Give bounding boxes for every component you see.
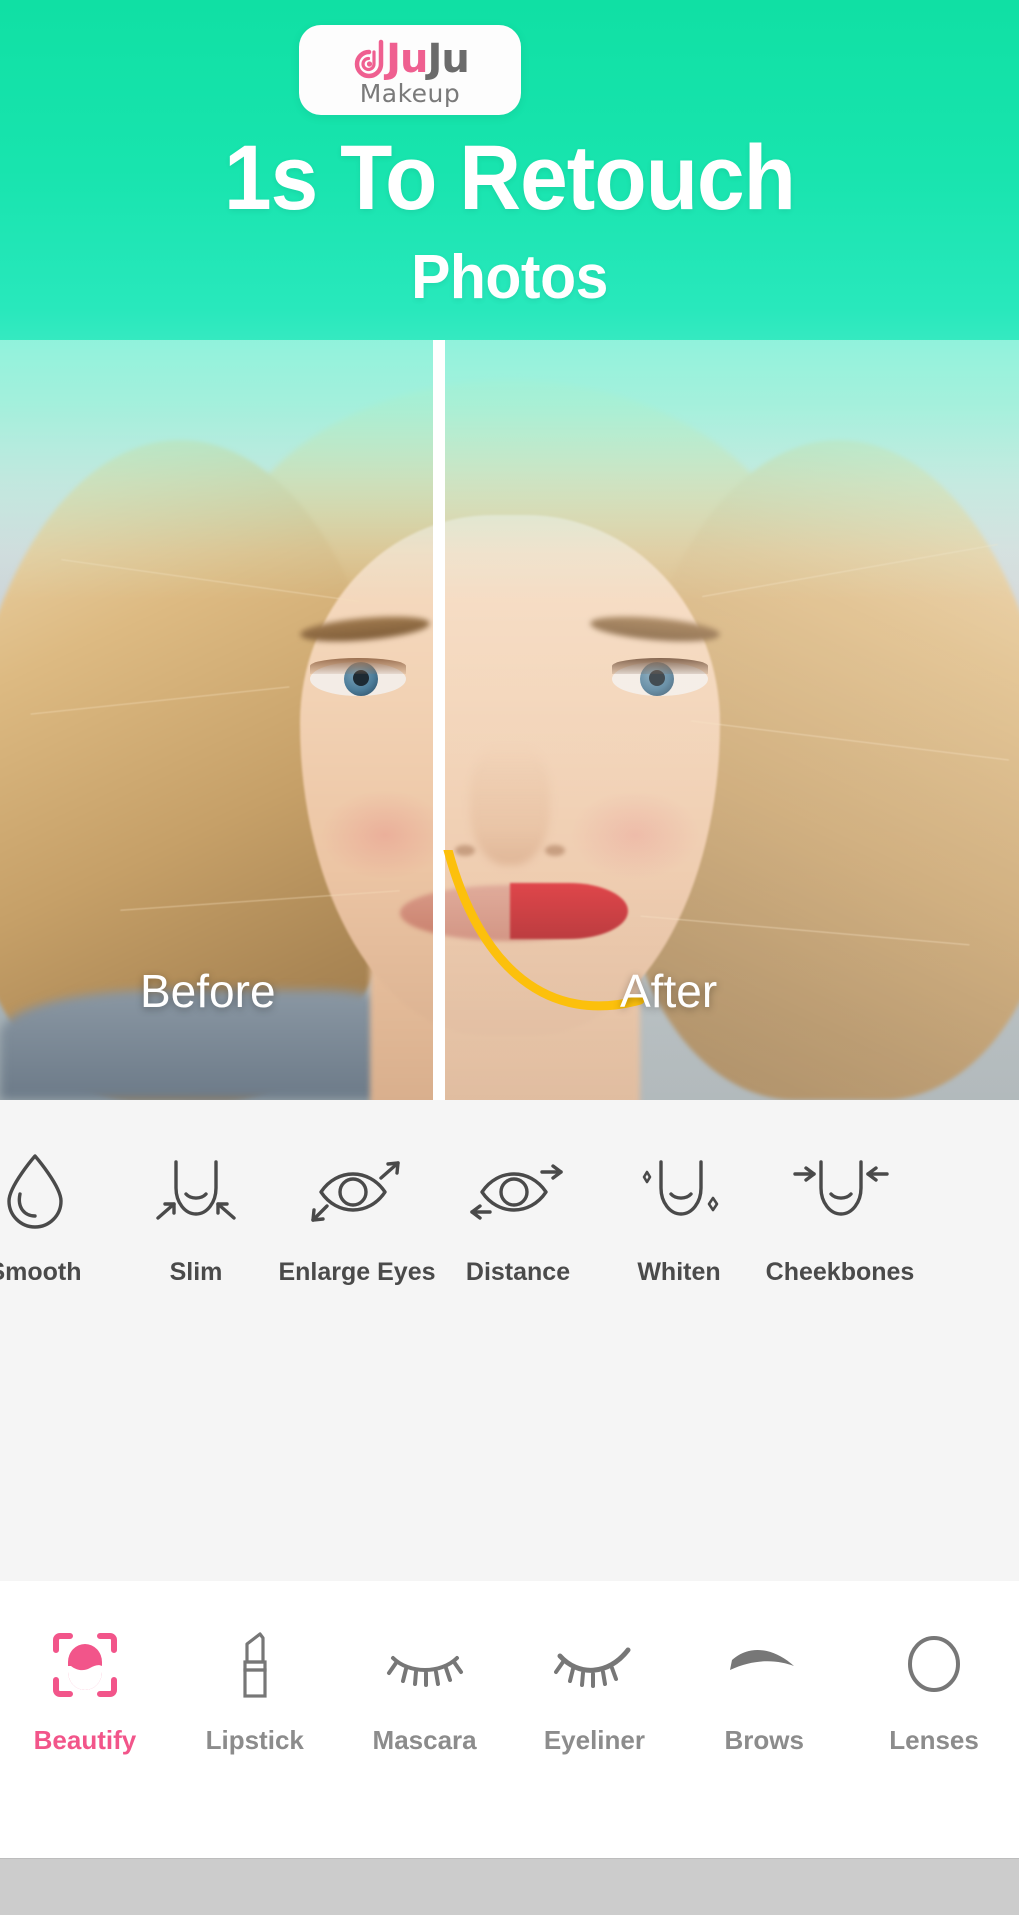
nav-item-lipstick[interactable]: Lipstick <box>170 1617 340 1756</box>
retouch-tool-smooth[interactable]: Smooth <box>0 1134 110 1287</box>
retouch-tool-label: Slim <box>169 1258 223 1286</box>
model-cheek-left <box>320 790 450 880</box>
nav-item-label: Mascara <box>372 1725 477 1755</box>
bottom-navigation-bar: Beautify Lipstick Mascara Eyeliner Brows… <box>0 1581 1019 1858</box>
nav-item-beautify[interactable]: Beautify <box>0 1617 170 1756</box>
eyeliner-icon <box>546 1617 642 1713</box>
logo-subtitle: Makeup <box>359 79 461 108</box>
nav-item-label: Brows <box>724 1725 804 1755</box>
retouch-tool-enlarge-eyes[interactable]: Enlarge Eyes <box>278 1134 436 1287</box>
eye-distance-arrows-icon <box>463 1134 573 1244</box>
retouch-tool-label: Enlarge Eyes <box>278 1258 436 1286</box>
face-slim-arrows-icon <box>141 1134 251 1244</box>
retouch-tools-panel: Smooth Slim <box>0 1100 1019 1581</box>
before-after-photo[interactable]: Before After <box>0 340 1019 1100</box>
nav-item-label: Beautify <box>33 1725 137 1755</box>
app-screen: Before After 1s To Retouch Photos Ju Ju … <box>0 0 1019 1915</box>
cheekbones-arrows-icon <box>785 1134 895 1244</box>
photo-top-green-blend <box>0 340 1019 600</box>
nav-item-label: Lipstick <box>205 1725 304 1755</box>
before-label: Before <box>140 965 276 1017</box>
juju-spiral-j-icon <box>351 38 385 80</box>
page-title: 1s To Retouch <box>223 127 796 229</box>
nav-item-label: Eyeliner <box>543 1725 645 1755</box>
retouch-tool-distance[interactable]: Distance <box>443 1134 593 1287</box>
retouch-tool-slim[interactable]: Slim <box>121 1134 271 1287</box>
lashes-icon <box>377 1617 473 1713</box>
hero-section: Before After 1s To Retouch Photos Ju Ju … <box>0 0 1019 1100</box>
after-label: After <box>620 965 718 1017</box>
retouch-tool-cheekbones[interactable]: Cheekbones <box>765 1134 915 1287</box>
lens-circle-icon <box>886 1617 982 1713</box>
eye-lid <box>310 658 406 674</box>
eyebrow-icon <box>716 1617 812 1713</box>
retouch-tool-whiten[interactable]: Whiten <box>604 1134 754 1287</box>
model-eye-left <box>310 658 406 698</box>
logo-brand-part2: Ju <box>427 36 470 82</box>
face-scan-icon <box>37 1617 133 1713</box>
logo-brand-part1: Ju <box>386 36 428 82</box>
eye-enlarge-arrows-icon <box>302 1134 412 1244</box>
retouch-tool-label: Smooth <box>0 1258 82 1286</box>
nav-item-mascara[interactable]: Mascara <box>340 1617 510 1756</box>
retouch-tool-label: Distance <box>465 1258 571 1286</box>
retouch-tool-label: Cheekbones <box>765 1258 915 1286</box>
retouch-tool-label: Whiten <box>637 1258 721 1286</box>
page-subtitle: Photos <box>411 243 608 312</box>
nav-item-lenses[interactable]: Lenses <box>849 1617 1019 1756</box>
nav-item-label: Lenses <box>889 1725 979 1755</box>
system-navigation-bar <box>0 1858 1019 1915</box>
logo-wordmark: Ju Ju <box>351 36 470 82</box>
face-whiten-sparkle-icon <box>624 1134 734 1244</box>
water-drop-icon <box>0 1134 90 1244</box>
nav-item-eyeliner[interactable]: Eyeliner <box>509 1617 679 1756</box>
retouch-tools-scroller[interactable]: Smooth Slim <box>0 1134 1019 1364</box>
lipstick-icon <box>207 1617 303 1713</box>
app-logo-badge[interactable]: Ju Ju Makeup <box>299 25 521 115</box>
nav-item-brows[interactable]: Brows <box>679 1617 849 1756</box>
